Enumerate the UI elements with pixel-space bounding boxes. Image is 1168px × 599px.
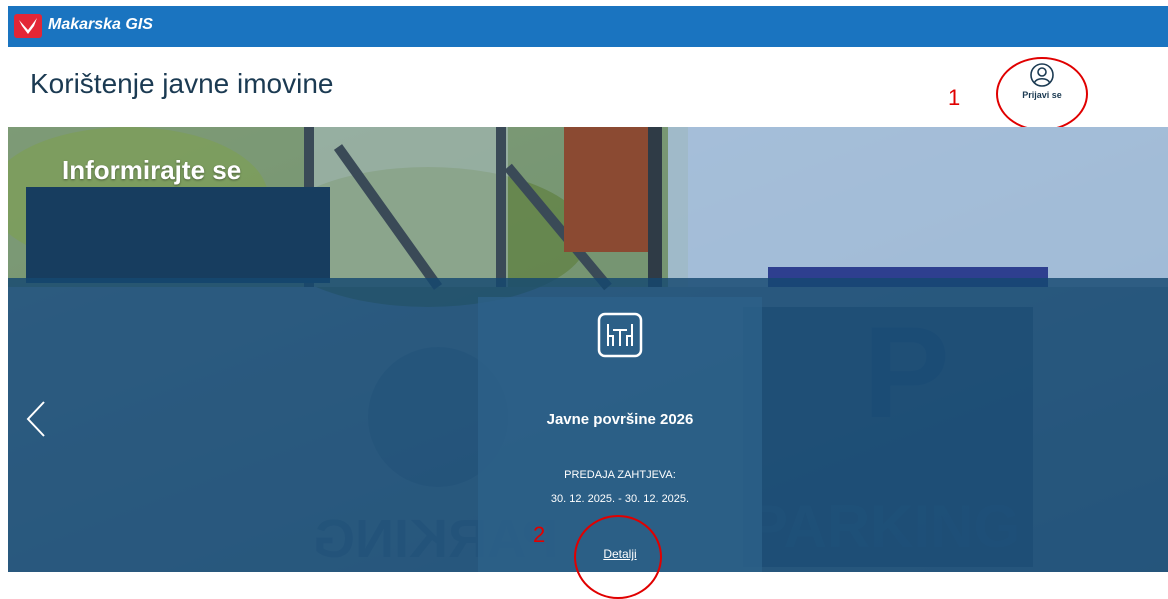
carousel-prev-arrow-icon[interactable] <box>24 399 48 439</box>
makarska-logo-icon[interactable] <box>14 14 42 38</box>
hero-banner: P PARKING PARKING Informirajte se Javne … <box>8 127 1168 572</box>
app-name[interactable]: Makarska GIS <box>48 16 153 34</box>
card-deadline-label: PREDAJA ZAHTJEVA: <box>564 469 676 481</box>
top-bar: Makarska GIS <box>8 6 1168 47</box>
table-chairs-icon <box>597 312 643 358</box>
page-title: Korištenje javne imovine <box>30 68 334 99</box>
annotation-number-1: 1 <box>948 85 961 110</box>
card-title: Javne površine 2026 <box>546 411 694 428</box>
annotation-number-2: 2 <box>533 522 546 547</box>
annotation-circle-2 <box>574 515 662 599</box>
info-panel <box>26 187 330 283</box>
annotation-circle-1 <box>996 57 1088 131</box>
section-title: Informirajte se <box>62 155 242 185</box>
card-dates: 30. 12. 2025. - 30. 12. 2025. <box>550 493 690 505</box>
